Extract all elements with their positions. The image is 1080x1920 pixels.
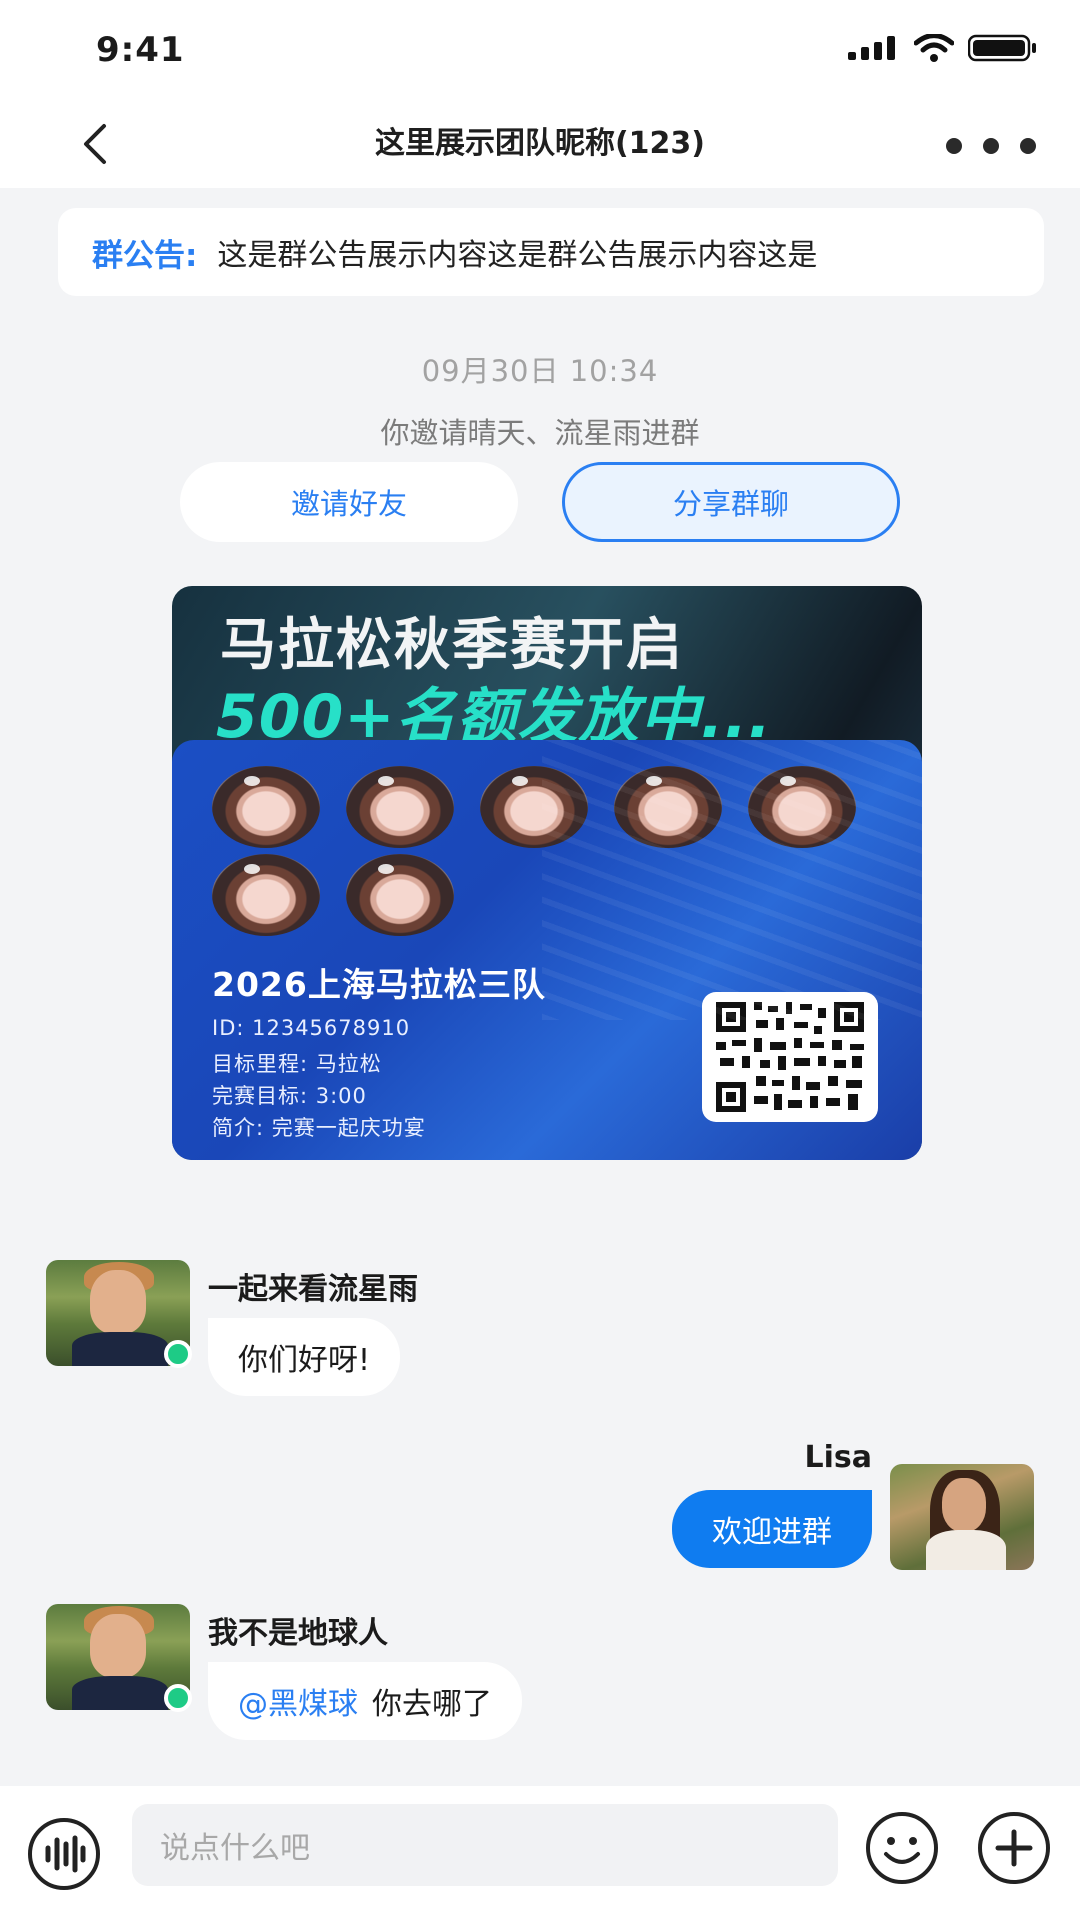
notice-text: 这是群公告展示内容这是群公告展示内容这是	[217, 238, 818, 273]
message-text: 欢迎进群	[712, 1515, 832, 1550]
avatar-body	[926, 1530, 1006, 1570]
member-avatar	[212, 854, 320, 936]
qr-code	[702, 992, 878, 1122]
emoji-icon	[866, 1812, 938, 1884]
page-title: 这里展示团队昵称(123)	[374, 126, 706, 161]
emoji-button[interactable]	[864, 1810, 940, 1886]
group-notice[interactable]: 群公告: 这是群公告展示内容这是群公告展示内容这是	[58, 208, 1044, 296]
status-icons	[848, 34, 1038, 62]
member-avatars-row-2	[212, 854, 454, 936]
more-dots-icon	[946, 138, 962, 154]
qr-code-icon	[716, 1002, 864, 1112]
marathon-poster-card[interactable]: 马拉松秋季赛开启 500+名额发放中... 2026上海马拉松三队 ID: 12…	[172, 586, 922, 1160]
message-bubble-self[interactable]: 欢迎进群	[672, 1490, 872, 1568]
sender-name: Lisa	[804, 1440, 873, 1475]
poster-panel: 2026上海马拉松三队 ID: 12345678910 目标里程: 马拉松 完赛…	[172, 740, 922, 1160]
member-avatar	[748, 766, 856, 848]
signal-icon	[848, 36, 895, 60]
more-dot	[1020, 138, 1036, 154]
notice-label: 群公告:	[92, 237, 198, 274]
more-button[interactable]	[946, 126, 1036, 166]
message-input[interactable]: 说点什么吧	[132, 1804, 838, 1886]
chat-timestamp: 09月30日 10:34	[421, 354, 659, 388]
status-time: 9:41	[96, 30, 185, 70]
avatar[interactable]	[46, 1604, 192, 1712]
avatar-face	[942, 1478, 986, 1532]
online-status-indicator	[164, 1340, 192, 1368]
message-bubble[interactable]: @黑煤球 你去哪了	[208, 1662, 522, 1740]
avatar[interactable]	[46, 1260, 192, 1368]
more-actions-button[interactable]	[976, 1810, 1052, 1886]
poster-info-intro: 简介: 完赛一起庆功宴	[212, 1116, 426, 1140]
member-avatars-row-1	[212, 766, 856, 848]
member-avatar	[212, 766, 320, 848]
voice-button[interactable]	[26, 1816, 102, 1892]
invite-friends-button[interactable]: 邀请好友	[180, 462, 518, 542]
online-status-indicator	[164, 1684, 192, 1712]
avatar-self[interactable]	[890, 1464, 1034, 1570]
avatar-shirt	[72, 1332, 168, 1366]
share-group-button[interactable]: 分享群聊	[562, 462, 900, 542]
sender-name: 我不是地球人	[208, 1616, 388, 1651]
member-avatar	[614, 766, 722, 848]
member-avatar	[346, 766, 454, 848]
battery-icon	[968, 34, 1036, 62]
wifi-icon	[914, 34, 954, 62]
poster-info-goal: 完赛目标: 3:00	[212, 1084, 367, 1108]
poster-team-name: 2026上海马拉松三队	[212, 965, 546, 1004]
poster-info-distance: 目标里程: 马拉松	[212, 1052, 382, 1076]
message-text: 你去哪了	[372, 1687, 492, 1722]
more-dot	[983, 138, 999, 154]
member-avatar	[480, 766, 588, 848]
system-message: 你邀请晴天、流星雨进群	[380, 416, 700, 450]
voice-icon	[28, 1818, 100, 1890]
plus-icon	[978, 1812, 1050, 1884]
message-bubble[interactable]: 你们好呀!	[208, 1318, 401, 1396]
nav-bar: 这里展示团队昵称(123)	[0, 100, 1080, 188]
mention-link[interactable]: @黑煤球	[238, 1679, 358, 1723]
status-bar: 9:41	[0, 0, 1080, 100]
input-bar: 说点什么吧	[0, 1786, 1080, 1920]
avatar-face	[90, 1614, 146, 1678]
member-avatar	[346, 854, 454, 936]
avatar-shirt	[72, 1676, 168, 1710]
message-text: 你们好呀!	[238, 1343, 371, 1378]
avatar-face	[90, 1270, 146, 1334]
sender-name: 一起来看流星雨	[208, 1272, 418, 1307]
poster-info-id: ID: 12345678910	[212, 1016, 411, 1040]
